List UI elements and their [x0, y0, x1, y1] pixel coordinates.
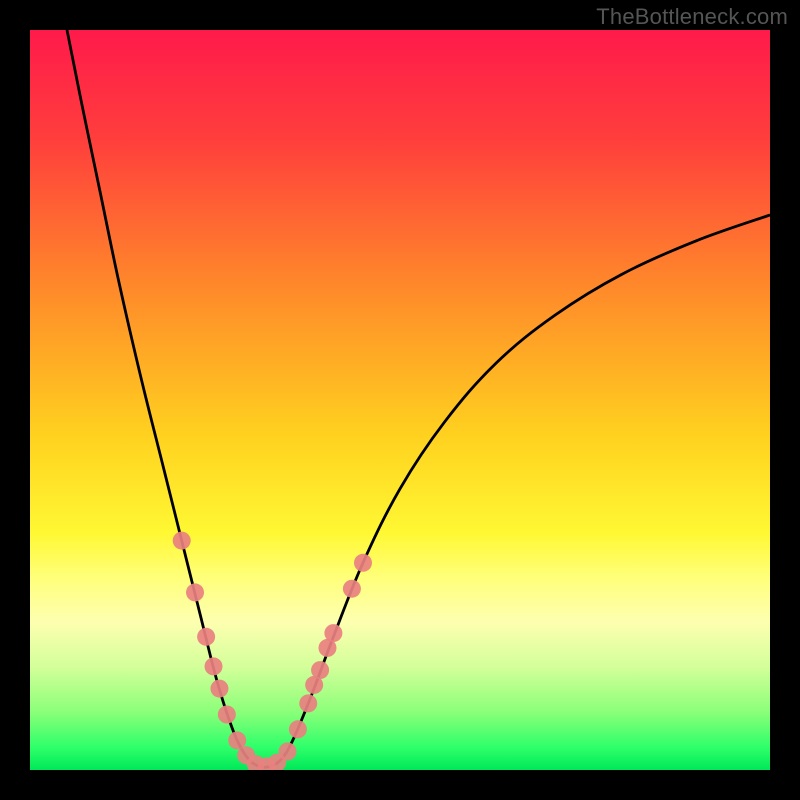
watermark-text: TheBottleneck.com	[596, 4, 788, 30]
marker-dot	[289, 720, 307, 738]
marker-dot	[279, 743, 297, 761]
marker-dot	[218, 706, 236, 724]
chart-svg	[30, 30, 770, 770]
marker-dot	[210, 680, 228, 698]
marker-dot	[186, 583, 204, 601]
marker-group	[173, 532, 372, 770]
marker-dot	[205, 657, 223, 675]
v-curve-path	[67, 30, 770, 767]
chart-frame: TheBottleneck.com	[0, 0, 800, 800]
marker-dot	[197, 628, 215, 646]
marker-dot	[354, 554, 372, 572]
marker-dot	[343, 580, 361, 598]
marker-dot	[173, 532, 191, 550]
marker-dot	[324, 624, 342, 642]
marker-dot	[299, 694, 317, 712]
plot-area	[30, 30, 770, 770]
marker-dot	[311, 661, 329, 679]
